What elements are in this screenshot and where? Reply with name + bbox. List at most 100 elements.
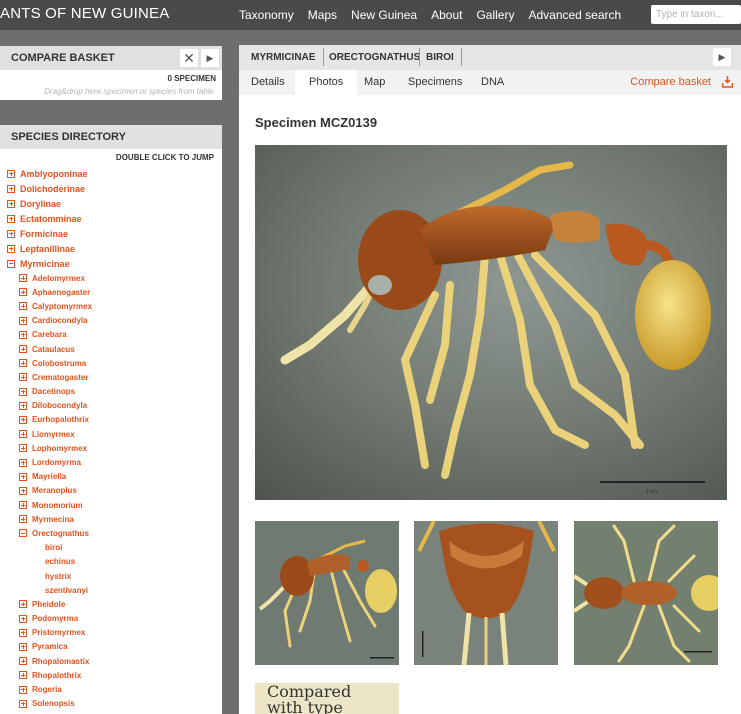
genus-item[interactable]: Aphaenogaster (0, 285, 222, 299)
expand-icon[interactable] (19, 401, 27, 410)
expand-icon[interactable] (19, 316, 27, 325)
expand-icon[interactable] (19, 671, 27, 680)
expand-icon[interactable] (7, 184, 15, 193)
species-item[interactable]: hystrix (0, 569, 222, 583)
expand-icon[interactable] (19, 373, 27, 382)
genus-item[interactable]: Dacetinops (0, 385, 222, 399)
expand-icon[interactable] (19, 387, 27, 396)
expand-icon[interactable] (19, 444, 27, 453)
expand-icon[interactable] (19, 642, 27, 651)
tab-dna[interactable]: DNA (481, 70, 504, 95)
expand-icon[interactable] (19, 614, 27, 623)
expand-icon[interactable] (19, 288, 27, 297)
genus-item[interactable]: Lophomyrmex (0, 441, 222, 455)
specimen-thumbnail-dorsal[interactable] (574, 521, 718, 665)
expand-icon[interactable] (19, 345, 27, 354)
genus-item[interactable]: Rhopalomastix (0, 654, 222, 668)
expand-icon[interactable] (19, 359, 27, 368)
genus-item[interactable]: Adelomyrmex (0, 271, 222, 285)
tree-item-label: Ectatomminae (20, 213, 82, 224)
tab-details[interactable]: Details (239, 70, 297, 95)
genus-item[interactable]: Orectognathus (0, 526, 222, 540)
genus-item[interactable]: Liomyrmex (0, 427, 222, 441)
nav-gallery[interactable]: Gallery (476, 8, 514, 22)
genus-item[interactable]: Crematogaster (0, 370, 222, 384)
specimen-label-thumbnail[interactable]: Compared with type (255, 683, 399, 714)
expand-icon[interactable] (7, 199, 15, 208)
genus-item[interactable]: Cardiocondyla (0, 314, 222, 328)
subfamily-item[interactable]: Ectatomminae (0, 211, 222, 226)
expand-icon[interactable] (19, 274, 27, 283)
genus-item[interactable]: Pristomyrmex (0, 626, 222, 640)
expand-icon[interactable] (7, 169, 15, 178)
breadcrumb-species[interactable]: BIROI (426, 52, 454, 63)
expand-icon[interactable] (19, 302, 27, 311)
expand-icon[interactable] (19, 657, 27, 666)
expand-icon[interactable] (7, 214, 15, 223)
subfamily-item[interactable]: Formicinae (0, 226, 222, 241)
specimen-photo-main[interactable]: 1 mm (255, 145, 727, 500)
tab-photos[interactable]: Photos (295, 70, 358, 95)
expand-icon[interactable] (7, 244, 15, 253)
basket-download-icon[interactable] (722, 76, 733, 88)
subfamily-item[interactable]: Leptanillinae (0, 241, 222, 256)
expand-icon[interactable] (19, 458, 27, 467)
nav-maps[interactable]: Maps (308, 8, 337, 22)
nav-new-guinea[interactable]: New Guinea (351, 8, 417, 22)
expand-icon[interactable] (19, 628, 27, 637)
expand-icon[interactable] (19, 430, 27, 439)
compare-basket-dropzone[interactable]: 0 SPECIMEN Drag&drop here specimen or sp… (0, 70, 222, 100)
expand-icon[interactable] (19, 600, 27, 609)
genus-item[interactable]: Myrmecina (0, 512, 222, 526)
genus-item[interactable]: Eurhopalothrix (0, 413, 222, 427)
collapse-icon[interactable] (19, 529, 27, 538)
expand-icon[interactable] (7, 229, 15, 238)
genus-item[interactable]: Cataulacus (0, 342, 222, 356)
specimen-thumbnail-lateral[interactable] (255, 521, 399, 665)
species-item[interactable]: szentivanyi (0, 583, 222, 597)
specimen-thumbnail-head[interactable] (414, 521, 558, 665)
species-item[interactable]: echinus (0, 555, 222, 569)
genus-item[interactable]: Colobostruma (0, 356, 222, 370)
genus-item[interactable]: Monomorium (0, 498, 222, 512)
expand-icon[interactable] (19, 486, 27, 495)
expand-arrow-icon[interactable]: ▶ (201, 49, 219, 67)
expand-arrow-icon[interactable]: ▶ (713, 48, 731, 66)
expand-icon[interactable] (19, 685, 27, 694)
genus-item[interactable]: Solenopsis (0, 697, 222, 711)
genus-item[interactable]: Mayriella (0, 470, 222, 484)
genus-item[interactable]: Podomyrma (0, 612, 222, 626)
expand-icon[interactable] (19, 501, 27, 510)
nav-taxonomy[interactable]: Taxonomy (239, 8, 294, 22)
genus-item[interactable]: Dilobocondyla (0, 399, 222, 413)
close-icon[interactable]: ✕ (180, 49, 198, 67)
genus-item[interactable]: Lordomyrma (0, 455, 222, 469)
nav-about[interactable]: About (431, 8, 462, 22)
subfamily-item[interactable]: Dorylinae (0, 196, 222, 211)
genus-item[interactable]: Rogeria (0, 682, 222, 696)
expand-icon[interactable] (19, 699, 27, 708)
genus-item[interactable]: Pyramica (0, 640, 222, 654)
expand-icon[interactable] (19, 472, 27, 481)
expand-icon[interactable] (19, 515, 27, 524)
genus-item[interactable]: Carebara (0, 328, 222, 342)
genus-item[interactable]: Calyptomyrmex (0, 299, 222, 313)
taxon-search-input[interactable] (651, 5, 741, 24)
genus-item[interactable]: Rhopalothrix (0, 668, 222, 682)
site-brand[interactable]: ANTS OF NEW GUINEA (0, 5, 169, 22)
compare-basket-link[interactable]: Compare basket (630, 76, 711, 88)
tab-map[interactable]: Map (364, 70, 385, 95)
species-item[interactable]: biroi (0, 541, 222, 555)
breadcrumb-subfamily[interactable]: MYRMICINAE (251, 52, 315, 63)
collapse-icon[interactable] (7, 259, 15, 268)
breadcrumb-genus[interactable]: ORECTOGNATHUS (329, 52, 420, 63)
genus-item[interactable]: Meranoplus (0, 484, 222, 498)
subfamily-item[interactable]: Amblyoponinae (0, 166, 222, 181)
genus-item[interactable]: Pheidole (0, 597, 222, 611)
subfamily-item[interactable]: Dolichoderinae (0, 181, 222, 196)
nav-advanced-search[interactable]: Advanced search (528, 8, 621, 22)
subfamily-item[interactable]: Myrmicinae (0, 256, 222, 271)
tab-specimens[interactable]: Specimens (408, 70, 462, 95)
expand-icon[interactable] (19, 330, 27, 339)
expand-icon[interactable] (19, 415, 27, 424)
